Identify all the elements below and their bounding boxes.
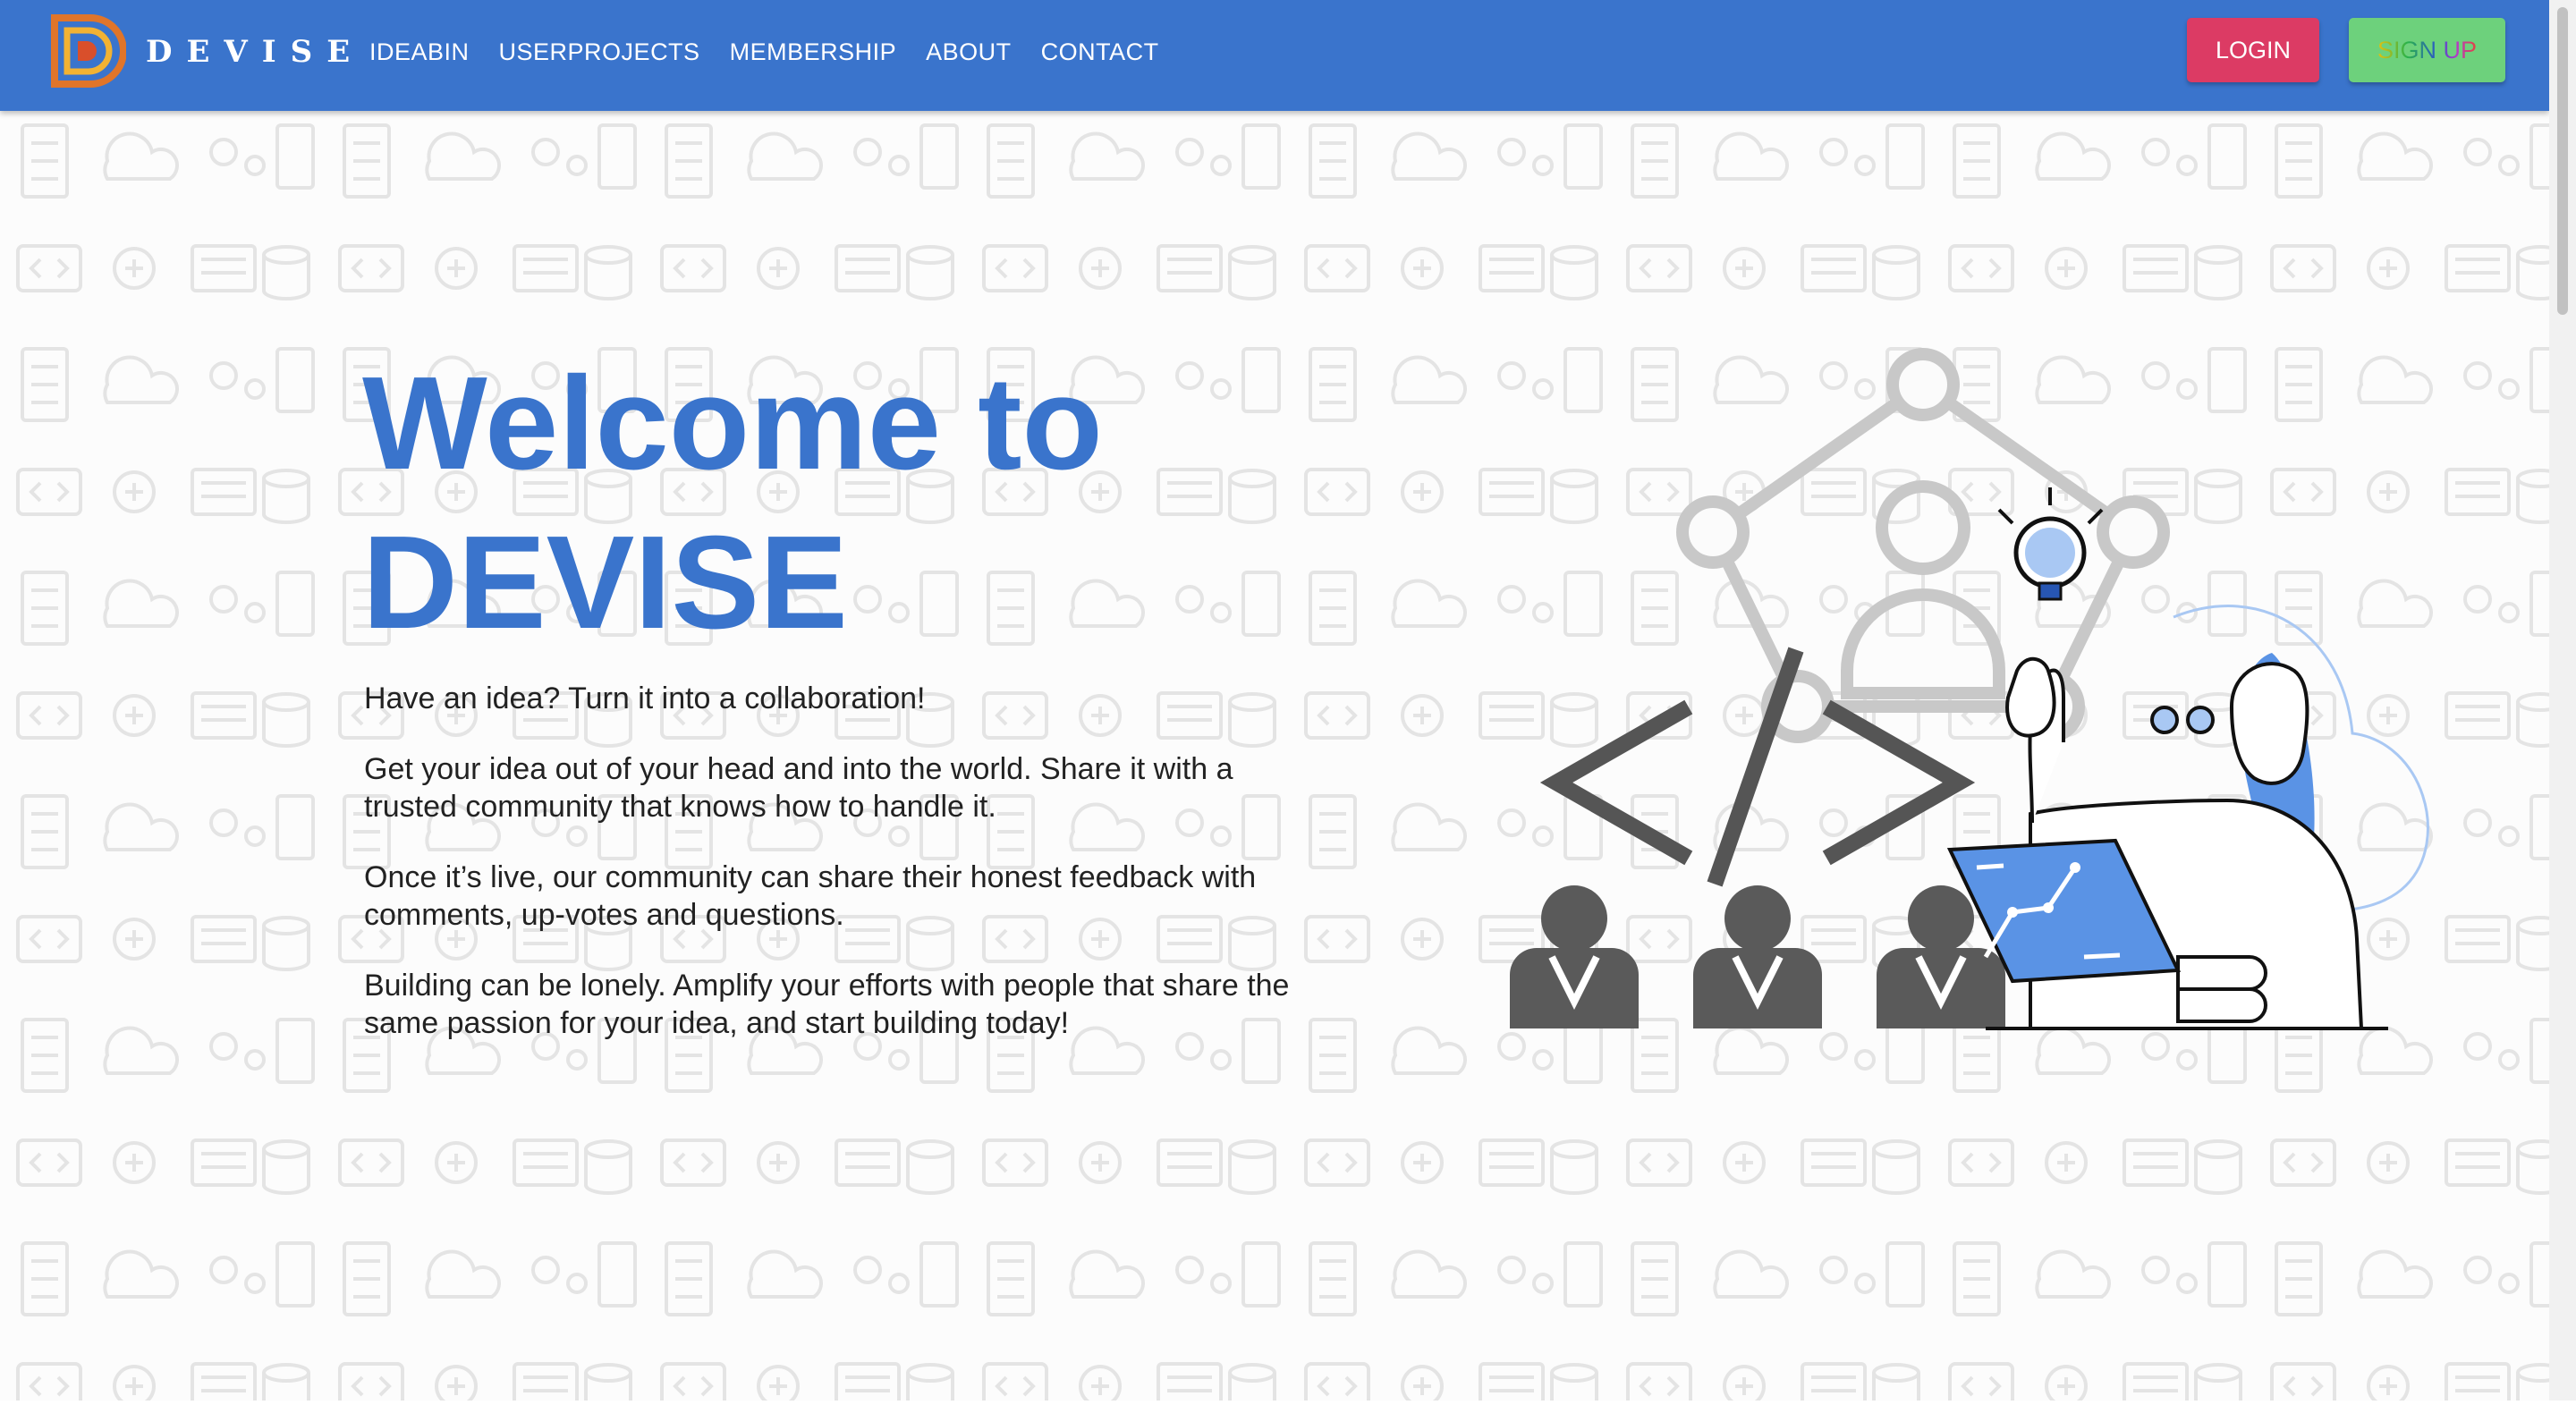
hero-paragraph: Building can be lonely. Amplify your eff… — [364, 969, 1290, 1040]
signup-button[interactable]: SIGN UP — [2349, 18, 2505, 82]
hero-title-line1: Welcome to — [362, 350, 1103, 497]
hero-title: Welcome to DEVISE — [362, 344, 1167, 663]
brand-name[interactable]: DEVISE — [146, 32, 364, 72]
login-button[interactable]: LOGIN — [2187, 18, 2319, 82]
hero-paragraph: Once it’s live, our community can share … — [364, 860, 1257, 932]
hero-paragraph: Get your idea out of your head and into … — [364, 752, 1233, 824]
hero-description: Have an idea? Turn it into a collaborati… — [364, 680, 1294, 1075]
hero-title-line2: DEVISE — [362, 509, 848, 656]
top-navbar: DEVISE IDEABIN USERPROJECTS MEMBERSHIP A… — [0, 0, 2549, 111]
scrollbar-thumb[interactable] — [2557, 7, 2568, 315]
nav-link-contact[interactable]: CONTACT — [1041, 34, 1159, 70]
nav-link-membership[interactable]: MEMBERSHIP — [730, 34, 897, 70]
signup-button-label: SIGN UP — [2377, 37, 2478, 63]
nav-links: IDEABIN USERPROJECTS MEMBERSHIP ABOUT CO… — [369, 34, 1189, 70]
hero-paragraph: Have an idea? Turn it into a collaborati… — [364, 681, 926, 715]
nav-link-userprojects[interactable]: USERPROJECTS — [499, 34, 700, 70]
devise-logo-icon[interactable] — [49, 13, 127, 89]
nav-link-ideabin[interactable]: IDEABIN — [369, 34, 470, 70]
network-icon — [1676, 348, 2170, 743]
page-scrollbar[interactable] — [2549, 0, 2576, 1401]
nav-link-about[interactable]: ABOUT — [926, 34, 1012, 70]
hero-illustration — [1485, 331, 2478, 1046]
